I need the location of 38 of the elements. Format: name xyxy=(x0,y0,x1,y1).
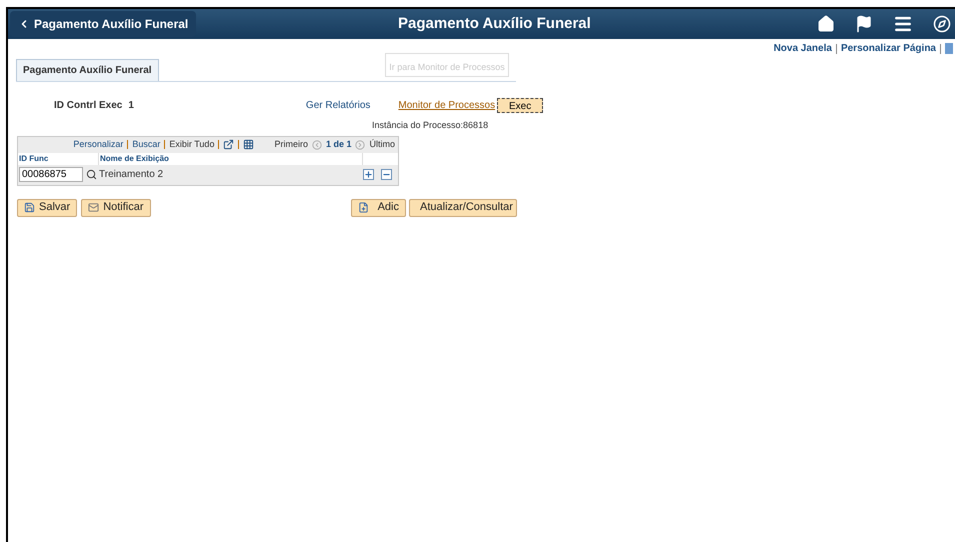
notify-button[interactable]: Notificar xyxy=(81,198,151,216)
update-view-button[interactable]: Atualizar/Consultar xyxy=(409,198,517,216)
view-all-link[interactable]: Exibir Tudo xyxy=(169,138,214,152)
reports-link[interactable]: Ger Relatórios xyxy=(306,98,370,112)
page-title: Pagamento Auxílio Funeral xyxy=(398,14,591,34)
menu-icon[interactable] xyxy=(893,14,913,34)
home-icon[interactable] xyxy=(817,15,835,33)
add-row-button[interactable] xyxy=(363,169,374,180)
zoom-icon[interactable] xyxy=(223,139,234,150)
find-link[interactable]: Buscar xyxy=(132,138,160,152)
search-icon[interactable] xyxy=(86,169,97,180)
column-header: ID Func xyxy=(18,152,50,164)
column-header: Nome de Exibição xyxy=(98,152,362,164)
process-monitor-link[interactable]: Monitor de Processos xyxy=(398,98,496,112)
display-name: Treinamento 2 xyxy=(99,168,164,182)
save-button[interactable]: Salvar xyxy=(17,198,78,216)
compass-icon[interactable] xyxy=(933,15,951,33)
first-label: Primeiro xyxy=(274,138,308,151)
download-grid-icon[interactable] xyxy=(243,139,254,150)
delete-row-button[interactable] xyxy=(381,169,392,180)
flag-icon[interactable] xyxy=(855,15,873,33)
add-document-icon xyxy=(358,202,369,213)
exec-button[interactable]: Exec xyxy=(497,98,544,112)
add-button[interactable]: Adic xyxy=(351,198,406,216)
process-instance: Instância do Processo:86818 xyxy=(372,119,490,132)
new-window-link[interactable]: Nova Janela xyxy=(774,41,832,56)
employee-id-field[interactable]: 00086875 xyxy=(19,167,83,182)
personalize-link[interactable]: Personalizar xyxy=(73,138,124,152)
back-button[interactable]: Pagamento Auxílio Funeral xyxy=(10,11,196,37)
page-tab[interactable]: Pagamento Auxílio Funeral xyxy=(16,59,159,81)
row-range: 1 de 1 xyxy=(326,138,352,151)
last-label: Último xyxy=(369,138,395,151)
personalize-page-link[interactable]: Personalizar Página xyxy=(840,41,936,56)
run-control-label: ID Contrl Exec xyxy=(54,98,122,112)
mail-icon xyxy=(88,202,100,213)
run-control-value: 1 xyxy=(128,98,134,112)
save-icon xyxy=(24,202,35,213)
plus-icon xyxy=(364,170,373,179)
